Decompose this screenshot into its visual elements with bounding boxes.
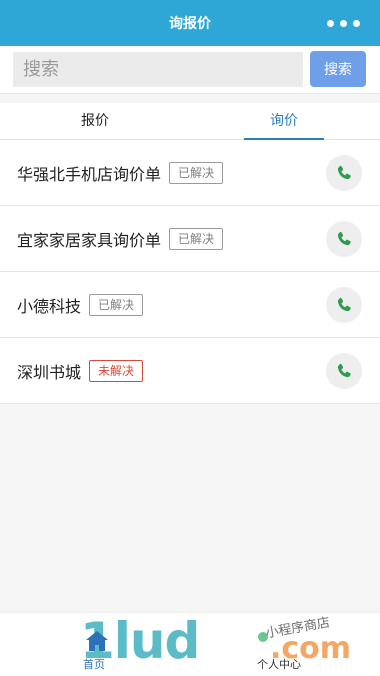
call-button[interactable] bbox=[326, 287, 362, 323]
list-item[interactable]: 华强北手机店询价单 已解决 bbox=[0, 140, 380, 206]
inquiry-name: 小德科技 bbox=[17, 299, 82, 316]
bottom-navigation: 1lud .com 小程序商店 首页 个人中心 bbox=[0, 612, 380, 676]
list-item[interactable]: 深圳书城 未解决 bbox=[0, 338, 380, 404]
list-item[interactable]: 小德科技 已解决 bbox=[0, 272, 380, 338]
call-button[interactable] bbox=[326, 353, 362, 389]
list-item[interactable]: 宜家家居家具询价单 已解决 bbox=[0, 206, 380, 272]
nav-profile-label: 个人中心 bbox=[257, 659, 301, 671]
phone-icon bbox=[337, 363, 351, 378]
inquiry-quote-page: 询报价 搜索 报价 询价 华强北手机店询价单 已解决 bbox=[0, 0, 380, 676]
inquiry-name: 宜家家居家具询价单 bbox=[17, 233, 162, 250]
call-button[interactable] bbox=[326, 155, 362, 191]
phone-icon bbox=[337, 165, 351, 180]
home-icon bbox=[86, 631, 108, 651]
status-badge: 已解决 bbox=[169, 228, 224, 250]
nav-profile[interactable]: 个人中心 bbox=[257, 629, 317, 671]
more-dots-icon bbox=[340, 19, 347, 27]
inquiry-list: 华强北手机店询价单 已解决 宜家家居家具询价单 已解决 小德科技 已解决 深圳书… bbox=[0, 140, 380, 404]
tab-quote[interactable]: 报价 bbox=[0, 103, 190, 140]
nav-home-label: 首页 bbox=[83, 659, 105, 671]
list-item-info: 华强北手机店询价单 已解决 bbox=[17, 140, 224, 206]
search-input[interactable] bbox=[13, 52, 303, 87]
inquiry-name: 华强北手机店询价单 bbox=[17, 167, 162, 184]
phone-icon bbox=[337, 231, 351, 246]
tab-bar: 报价 询价 bbox=[0, 103, 380, 140]
search-bar: 搜索 bbox=[0, 46, 380, 94]
nav-home[interactable]: 首页 bbox=[82, 629, 112, 671]
app-header: 询报价 bbox=[0, 0, 380, 46]
list-item-info: 小德科技 已解决 bbox=[17, 272, 144, 338]
more-dots-icon bbox=[353, 19, 360, 27]
status-badge: 未解决 bbox=[89, 360, 144, 382]
status-badge: 已解决 bbox=[89, 294, 144, 316]
page-title: 询报价 bbox=[169, 15, 211, 31]
tab-inquiry[interactable]: 询价 bbox=[244, 103, 324, 140]
more-dots-icon bbox=[327, 19, 334, 27]
list-item-info: 宜家家居家具询价单 已解决 bbox=[17, 206, 224, 272]
status-badge: 已解决 bbox=[169, 162, 224, 184]
brand-watermark: 1lud .com 小程序商店 bbox=[80, 615, 370, 674]
call-button[interactable] bbox=[326, 221, 362, 257]
search-button[interactable]: 搜索 bbox=[310, 51, 366, 87]
list-item-info: 深圳书城 未解决 bbox=[17, 338, 144, 404]
more-menu-button[interactable] bbox=[327, 0, 360, 46]
inquiry-name: 深圳书城 bbox=[17, 365, 82, 382]
phone-icon bbox=[337, 297, 351, 312]
